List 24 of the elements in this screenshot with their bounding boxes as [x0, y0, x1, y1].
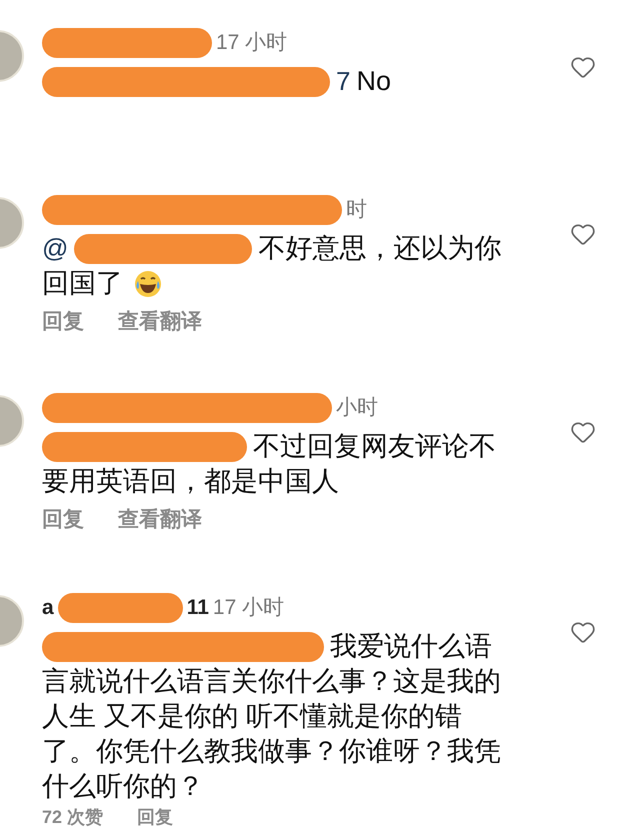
comment-action-link[interactable]: 查看翻译: [118, 309, 202, 335]
username[interactable]: 11: [186, 595, 209, 621]
timestamp: 17 小时: [216, 30, 288, 56]
comment-text: 什么听你的？: [42, 770, 204, 803]
comment-text: No: [356, 65, 391, 98]
comment-action-link[interactable]: 72 次赞: [42, 807, 104, 827]
comment-text: 我爱说什么语: [330, 630, 492, 663]
comment-text: 不过回复网友评论不: [253, 430, 496, 463]
comment-action-link[interactable]: 回复: [137, 807, 174, 827]
timestamp: 17 小时: [212, 595, 284, 621]
comment-action-link[interactable]: 查看翻译: [118, 507, 202, 533]
timestamp: 小时: [336, 395, 378, 421]
comment-text: 不好意思，还以为你: [258, 232, 502, 265]
comment-text: 人生 又不是你的 听不懂就是你的错: [42, 700, 462, 733]
mention-link[interactable]: 7: [336, 66, 350, 97]
comment-text: 言就说什么语言关你什么事？这是我的: [42, 665, 501, 698]
comment-action-link[interactable]: 回复: [42, 309, 84, 335]
username[interactable]: a: [42, 595, 54, 621]
comment-text: 回国了: [42, 267, 123, 300]
comment-text: 了。你凭什么教我做事？你谁呀？我凭: [42, 735, 501, 768]
comment-text: 要用英语回，都是中国人: [42, 465, 339, 498]
mention-link[interactable]: @: [42, 233, 68, 264]
timestamp: 时: [346, 197, 367, 223]
comment-action-link[interactable]: 回复: [42, 507, 84, 533]
